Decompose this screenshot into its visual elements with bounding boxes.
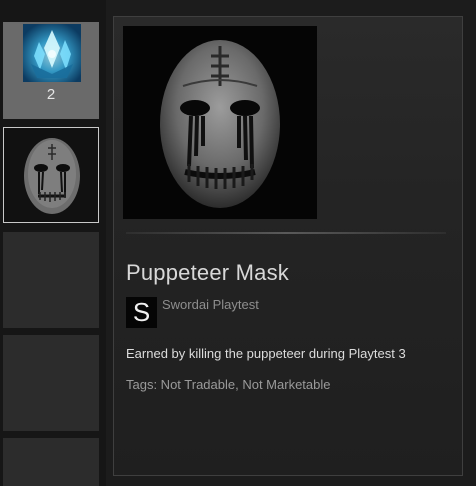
inventory-grid: 2 xyxy=(0,0,106,486)
crystal-icon xyxy=(23,24,81,82)
item-description: Earned by killing the puppeteer during P… xyxy=(126,346,406,361)
app-name: Swordai Playtest xyxy=(162,297,259,312)
mask-icon xyxy=(160,40,280,208)
item-count: 2 xyxy=(46,86,56,103)
app-icon: S xyxy=(126,297,157,328)
inventory-slot-mask[interactable] xyxy=(3,127,99,223)
inventory-slot-empty[interactable] xyxy=(3,232,99,328)
mask-icon xyxy=(24,138,80,214)
item-tags: Tags: Not Tradable, Not Marketable xyxy=(126,377,331,392)
inventory-slot-empty[interactable] xyxy=(3,335,99,431)
divider xyxy=(126,232,446,234)
item-image xyxy=(123,26,317,219)
item-name: Puppeteer Mask xyxy=(126,260,289,285)
inventory-slot-empty[interactable] xyxy=(3,438,99,486)
item-detail-panel: Puppeteer Mask S Swordai Playtest Earned… xyxy=(113,16,463,476)
inventory-view: 2 Puppeteer Mask S Swordai Playtest Earn… xyxy=(0,0,476,486)
inventory-slot-crystal[interactable]: 2 xyxy=(3,22,99,119)
